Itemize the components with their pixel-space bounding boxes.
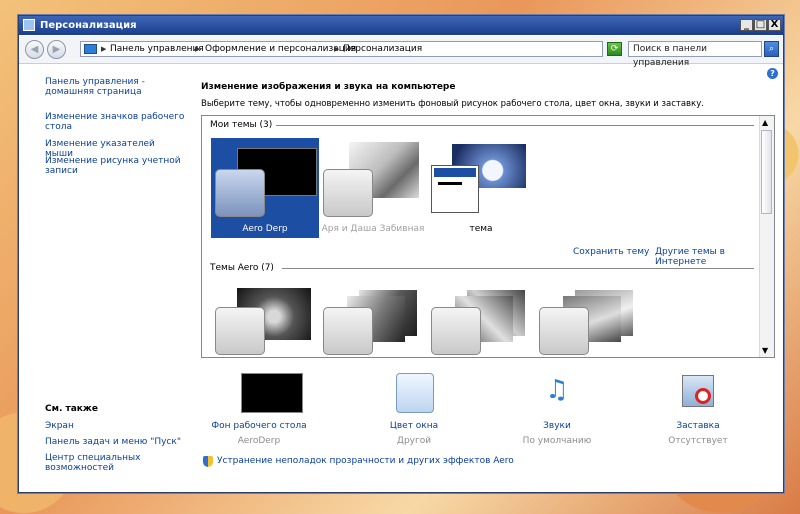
window-color-icon: [396, 373, 434, 413]
see-also-display[interactable]: Экран: [45, 421, 185, 431]
refresh-icon[interactable]: ⟳: [607, 42, 622, 56]
desktop-background-icon: [241, 373, 303, 413]
theme-glass-swatch: [539, 307, 589, 355]
aero-theme-1[interactable]: [211, 284, 319, 357]
sidebar-item-home[interactable]: Панель управления - домашняя страница: [45, 77, 185, 97]
sounds-icon: ♫: [545, 375, 569, 405]
theme-label: тема: [469, 224, 493, 234]
save-theme-link[interactable]: Сохранить тему: [573, 247, 649, 257]
sounds-label[interactable]: Звуки: [497, 421, 617, 431]
aero-themes-header: Темы Aero (7): [210, 263, 278, 273]
see-also-accessibility[interactable]: Центр специальных возможностей: [45, 453, 145, 473]
forward-button[interactable]: ▶: [47, 40, 66, 59]
breadcrumb[interactable]: ▶ Панель управления ▶ Оформление и персо…: [80, 41, 660, 57]
shield-icon: [203, 456, 213, 467]
screensaver-icon: [682, 375, 714, 407]
more-themes-link[interactable]: Другие темы в Интернете: [655, 247, 774, 267]
scroll-thumb[interactable]: [761, 130, 772, 214]
crumb-personalization[interactable]: Персонализация: [343, 44, 422, 54]
personalization-window: Персонализация _ □ X ◀ ▶ ▶ Панель управл…: [18, 15, 784, 493]
maximize-button[interactable]: □: [754, 19, 767, 31]
theme-arya-dasha[interactable]: Аря и Даша Забивная: [319, 138, 427, 238]
theme-label: Аря и Даша Забивная: [321, 224, 425, 234]
search-input[interactable]: Поиск в панели управления: [628, 41, 762, 68]
theme-glass-swatch: [323, 169, 373, 217]
aero-theme-4[interactable]: [535, 284, 643, 357]
window-color-value: Другой: [396, 436, 432, 446]
search-icon[interactable]: ⌕: [764, 41, 779, 57]
my-themes-header: Мои темы (3): [210, 120, 277, 130]
crumb-control-panel[interactable]: Панель управления: [110, 44, 204, 54]
troubleshoot-link[interactable]: Устранение неполадок прозрачности и друг…: [203, 456, 514, 466]
back-button[interactable]: ◀: [25, 40, 44, 59]
title-bar[interactable]: Персонализация _ □ X: [19, 16, 783, 35]
sounds-value: По умолчанию: [522, 436, 592, 446]
page-subtitle: Выберите тему, чтобы одновременно измени…: [201, 99, 704, 109]
minimize-button[interactable]: _: [740, 19, 753, 31]
window-color-label[interactable]: Цвет окна: [354, 421, 474, 431]
theme-glass-swatch: [215, 307, 265, 355]
sidebar-item-account-picture[interactable]: Изменение рисунка учетной записи: [45, 156, 185, 176]
theme-window-preview: [431, 165, 479, 213]
theme-tema[interactable]: тема: [427, 138, 535, 238]
desktop-background-label[interactable]: Фон рабочего стола: [199, 421, 319, 431]
address-bar: ◀ ▶ ▶ Панель управления ▶ Оформление и п…: [19, 36, 783, 68]
see-also-taskbar[interactable]: Панель задач и меню "Пуск": [45, 437, 185, 447]
theme-gallery: Мои темы (3) Aero Derp Аря и Даша Забивн…: [201, 115, 775, 358]
scroll-up-icon[interactable]: ▲: [762, 118, 768, 127]
sidebar-item-desktop-icons[interactable]: Изменение значков рабочего стола: [45, 112, 185, 132]
theme-glass-swatch: [323, 307, 373, 355]
window-icon: [23, 19, 35, 31]
gallery-scrollbar[interactable]: ▲ ▼: [759, 116, 774, 357]
page-title: Изменение изображения и звука на компьют…: [201, 82, 456, 92]
help-icon[interactable]: ?: [767, 68, 778, 79]
theme-glass-swatch: [215, 169, 265, 217]
see-also-header: См. также: [45, 404, 98, 414]
window-title: Персонализация: [40, 20, 137, 31]
aero-theme-2[interactable]: [319, 284, 427, 357]
screensaver-value: Отсутствует: [668, 436, 728, 446]
desktop-background-value: AeroDerp: [237, 436, 281, 446]
theme-glass-swatch: [431, 307, 481, 355]
theme-label: Aero Derp: [242, 224, 288, 234]
close-button[interactable]: X: [768, 19, 781, 31]
aero-theme-3[interactable]: [427, 284, 535, 357]
theme-aero-derp[interactable]: Aero Derp: [211, 138, 319, 238]
scroll-down-icon[interactable]: ▼: [762, 346, 768, 355]
screensaver-label[interactable]: Заставка: [638, 421, 758, 431]
troubleshoot-link-row[interactable]: Устранение неполадок прозрачности и друг…: [203, 456, 514, 467]
control-panel-icon: [84, 44, 97, 54]
